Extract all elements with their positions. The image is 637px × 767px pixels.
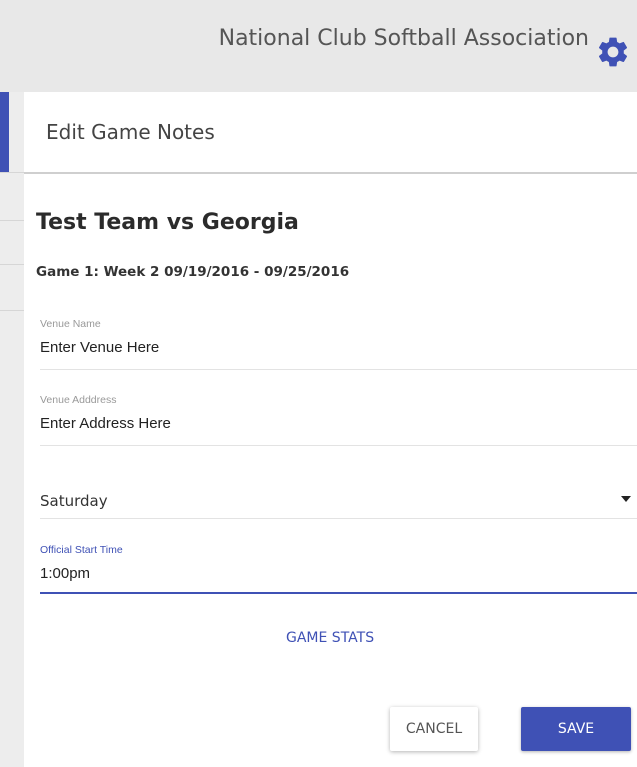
dialog-title: Edit Game Notes bbox=[46, 120, 215, 144]
game-info: Game 1: Week 2 09/19/2016 - 09/25/2016 bbox=[36, 264, 350, 280]
app-title: National Club Softball Association bbox=[218, 26, 589, 51]
venue-name-input[interactable] bbox=[40, 339, 600, 356]
venue-name-field: Venue Name bbox=[40, 318, 637, 370]
venue-address-input[interactable] bbox=[40, 415, 600, 432]
game-stats-link[interactable]: GAME STATS bbox=[286, 630, 374, 646]
matchup-title: Test Team vs Georgia bbox=[36, 210, 299, 235]
start-time-input[interactable] bbox=[40, 565, 600, 582]
cancel-button[interactable]: CANCEL bbox=[390, 707, 478, 751]
caret-down-icon bbox=[621, 496, 631, 502]
start-time-label: Official Start Time bbox=[40, 544, 123, 556]
venue-address-field: Venue Adddress bbox=[40, 394, 637, 446]
divider bbox=[0, 310, 24, 311]
selected-item-accent bbox=[0, 92, 9, 172]
background-list-edge bbox=[0, 92, 24, 767]
divider bbox=[0, 264, 24, 265]
divider bbox=[0, 172, 24, 173]
venue-name-underline bbox=[40, 369, 637, 370]
divider bbox=[0, 220, 24, 221]
top-bar: National Club Softball Association bbox=[0, 0, 637, 92]
day-select[interactable] bbox=[40, 482, 637, 518]
venue-address-label: Venue Adddress bbox=[40, 394, 117, 406]
save-button[interactable]: SAVE bbox=[521, 707, 631, 751]
venue-name-label: Venue Name bbox=[40, 318, 101, 330]
start-time-underline bbox=[40, 592, 637, 594]
dialog-header: Edit Game Notes bbox=[24, 92, 637, 174]
edit-game-notes-dialog: Edit Game Notes Test Team vs Georgia Gam… bbox=[24, 92, 637, 767]
start-time-field: Official Start Time bbox=[40, 544, 637, 594]
venue-address-underline bbox=[40, 445, 637, 446]
gear-icon[interactable] bbox=[595, 34, 631, 70]
day-select-underline bbox=[40, 518, 637, 519]
day-select-value: Saturday bbox=[40, 492, 108, 510]
